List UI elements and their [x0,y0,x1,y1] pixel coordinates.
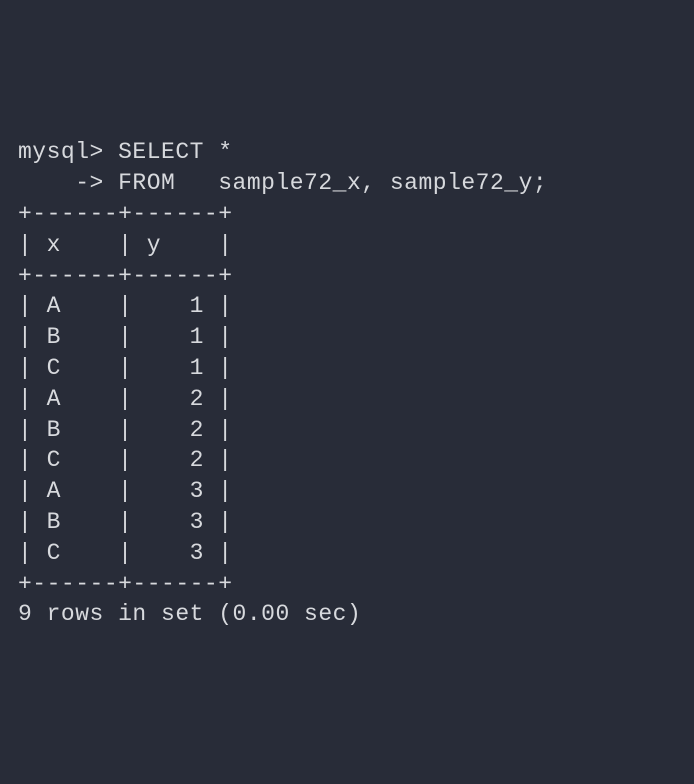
table-row: | C | 1 | [18,355,233,381]
continuation-prompt: -> [18,170,118,196]
table-row: | A | 1 | [18,293,233,319]
table-row: | C | 3 | [18,540,233,566]
table-border-bottom: +------+------+ [18,571,233,597]
table-header-row: | x | y | [18,232,233,258]
table-row: | B | 3 | [18,509,233,535]
query-line-1: SELECT * [118,139,232,165]
table-row: | A | 2 | [18,386,233,412]
table-row: | C | 2 | [18,447,233,473]
mysql-prompt: mysql> [18,139,118,165]
result-footer: 9 rows in set (0.00 sec) [18,601,361,627]
table-row: | B | 2 | [18,417,233,443]
terminal-output: mysql> SELECT * -> FROM sample72_x, samp… [18,137,676,630]
query-line-2: FROM sample72_x, sample72_y; [118,170,547,196]
table-row: | B | 1 | [18,324,233,350]
table-border-mid: +------+------+ [18,263,233,289]
table-border-top: +------+------+ [18,201,233,227]
table-row: | A | 3 | [18,478,233,504]
